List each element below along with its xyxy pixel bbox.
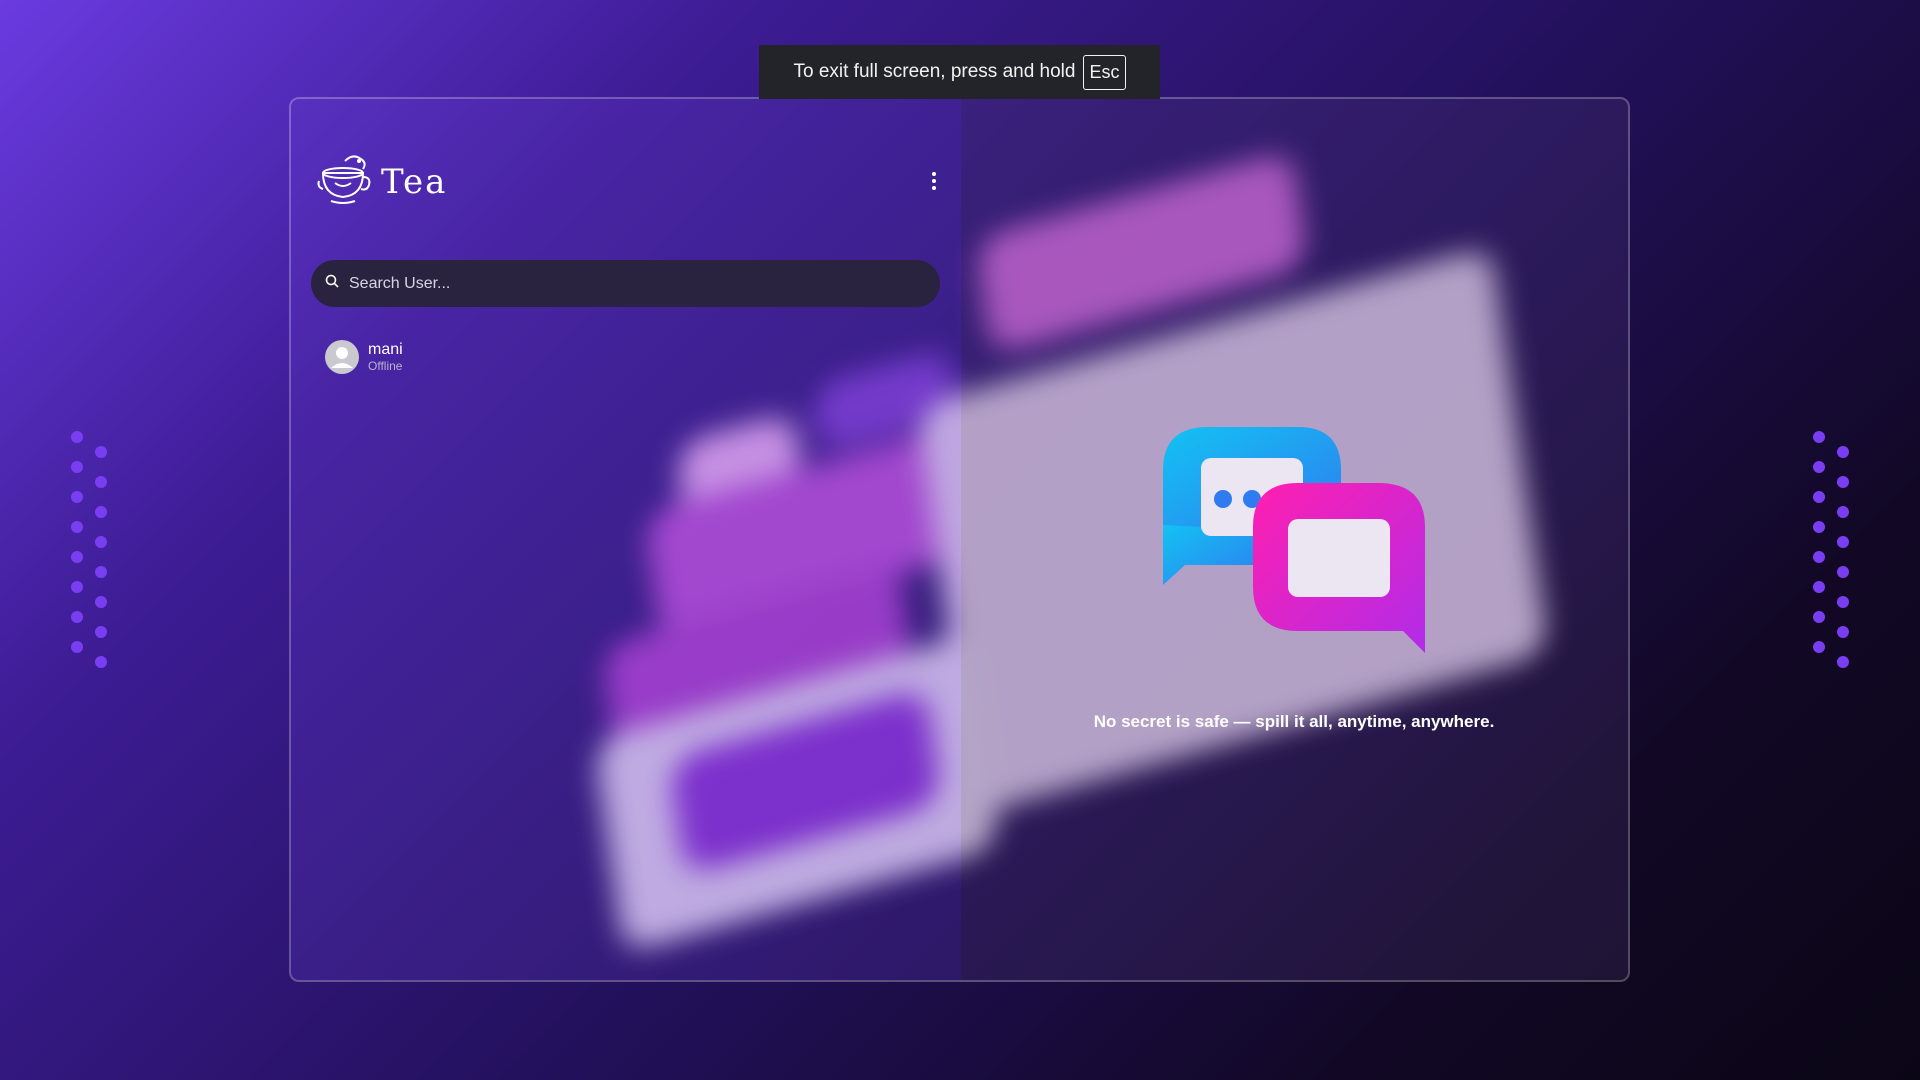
search-input[interactable]: [347, 273, 911, 294]
search-bar[interactable]: [311, 260, 940, 307]
app-name: Tea: [381, 161, 448, 202]
fullscreen-notice-text: To exit full screen, press and hold: [793, 61, 1076, 82]
avatar: [325, 340, 359, 374]
sidebar: Tea mani Of: [291, 99, 961, 980]
search-icon: [325, 274, 339, 293]
user-info: mani Offline: [368, 341, 403, 374]
user-status: Offline: [368, 358, 403, 373]
chat-bubbles-icon: [1163, 425, 1433, 655]
user-name: mani: [368, 340, 403, 358]
more-vertical-icon: [932, 172, 936, 176]
more-options-button[interactable]: [927, 169, 941, 193]
user-list-item[interactable]: mani Offline: [325, 335, 925, 379]
welcome-tagline: No secret is safe — spill it all, anytim…: [1093, 712, 1495, 731]
esc-key-hint: Esc: [1083, 54, 1126, 90]
fullscreen-exit-notice: To exit full screen, press and hold Esc: [759, 45, 1160, 99]
teacup-logo-icon: [315, 151, 373, 212]
app-brand: Tea: [315, 151, 447, 212]
